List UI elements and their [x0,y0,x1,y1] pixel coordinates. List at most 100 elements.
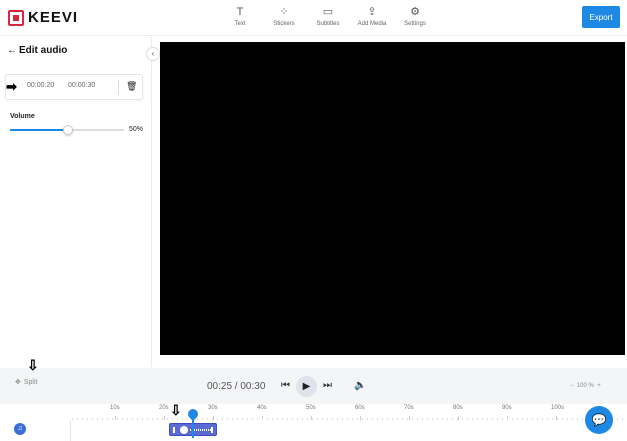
minor-tick [182,418,183,420]
tool-subtitles[interactable]: ▭ Subtitles [303,4,353,27]
start-time-field[interactable]: 00:00:20 [27,82,54,89]
minor-tick [472,418,473,420]
tool-stickers-label: Stickers [273,21,295,27]
minor-tick [482,418,483,420]
minor-tick [412,418,413,420]
pointer-arrow-icon: ➡ [6,79,17,94]
minor-tick [552,418,553,420]
music-note-icon: ♫ [14,423,26,435]
collapse-panel-button[interactable]: ‹ [146,47,160,61]
minor-tick [537,418,538,420]
minor-tick [367,418,368,420]
stickers-icon: ⁘ [279,6,289,18]
minor-tick [322,418,323,420]
minor-tick [142,418,143,420]
tick-label: 90s [502,405,512,411]
minor-tick [517,418,518,420]
tick-label: 70s [404,405,414,411]
minor-tick [302,418,303,420]
trash-icon[interactable]: 🗑 [126,81,137,92]
clip-marker-icon [180,426,188,434]
tool-text[interactable]: T Text [215,4,265,27]
minor-tick [112,418,113,420]
logo[interactable]: KEEVI [8,9,78,26]
split-button[interactable]: ✥ Split [15,378,38,386]
minor-tick [217,418,218,420]
minor-tick [202,418,203,420]
zoom-label: 100 % [576,383,594,389]
minor-tick [357,418,358,420]
minor-tick [347,418,348,420]
panel-title[interactable]: ← Edit audio [7,45,67,56]
back-arrow-icon[interactable]: ← [7,45,17,56]
minor-tick [162,418,163,420]
minor-tick [242,418,243,420]
minor-tick [577,418,578,420]
split-label: Split [23,379,38,386]
clip-left-handle[interactable] [173,427,175,433]
minor-tick [547,418,548,420]
minor-tick [227,418,228,420]
minor-tick [102,418,103,420]
minor-tick [617,418,618,420]
panel-title-text: Edit audio [19,45,68,56]
minor-tick [342,418,343,420]
tick-label: 100s [551,405,565,411]
minor-tick [212,418,213,420]
minor-tick [442,418,443,420]
time-readout: 00:25 / 00:30 [207,381,266,392]
logo-icon [8,9,24,26]
minor-tick [337,418,338,420]
minor-tick [387,418,388,420]
play-icon: ▶ [302,381,311,392]
track-divider [70,420,71,441]
minor-tick [352,418,353,420]
volume-icon[interactable]: 🔈 [354,380,366,391]
video-preview[interactable] [160,42,625,355]
minor-tick [392,418,393,420]
tick-label: 20s [159,405,169,411]
clip-right-handle[interactable] [211,427,213,433]
minor-tick [397,418,398,420]
minor-tick [327,418,328,420]
minor-tick [97,418,98,420]
skip-forward-icon[interactable]: ⏭ [323,380,332,391]
tick-label: 10s [110,405,120,411]
minor-tick [122,418,123,420]
minor-tick [152,418,153,420]
minor-tick [307,418,308,420]
audio-time-range: ➡ 00:00:20 00:00:30 🗑 [5,74,143,100]
chat-button[interactable]: 💬 [585,406,613,434]
tool-subtitles-label: Subtitles [316,21,340,27]
minor-tick [297,418,298,420]
minor-tick [562,418,563,420]
minor-tick [532,418,533,420]
skip-back-icon[interactable]: ⏮ [281,380,290,391]
minor-tick [272,418,273,420]
zoom-control[interactable]: − 100 % + [570,383,601,389]
text-icon: T [236,6,244,18]
minor-tick [372,418,373,420]
tick-mark [213,416,214,420]
minor-tick [467,418,468,420]
minor-tick [452,418,453,420]
minor-tick [557,418,558,420]
pointer-arrow-down-icon: ⇩ [170,402,182,418]
minor-tick [92,418,93,420]
play-button[interactable]: ▶ [296,376,317,397]
volume-label: Volume [10,113,35,120]
export-button[interactable]: Export [582,6,620,28]
volume-slider-thumb[interactable] [63,125,73,135]
minor-tick [232,418,233,420]
tool-settings-label: Settings [404,21,426,27]
end-time-field[interactable]: 00:00:30 [68,82,95,89]
minor-tick [312,418,313,420]
minor-tick [402,418,403,420]
divider [118,80,119,95]
tick-label: 30s [208,405,218,411]
tool-settings[interactable]: ⚙ Settings [390,4,440,27]
minor-tick [422,418,423,420]
tool-stickers[interactable]: ⁘ Stickers [259,4,309,27]
minor-tick [222,418,223,420]
pointer-arrow-down-icon: ⇩ [27,357,39,373]
